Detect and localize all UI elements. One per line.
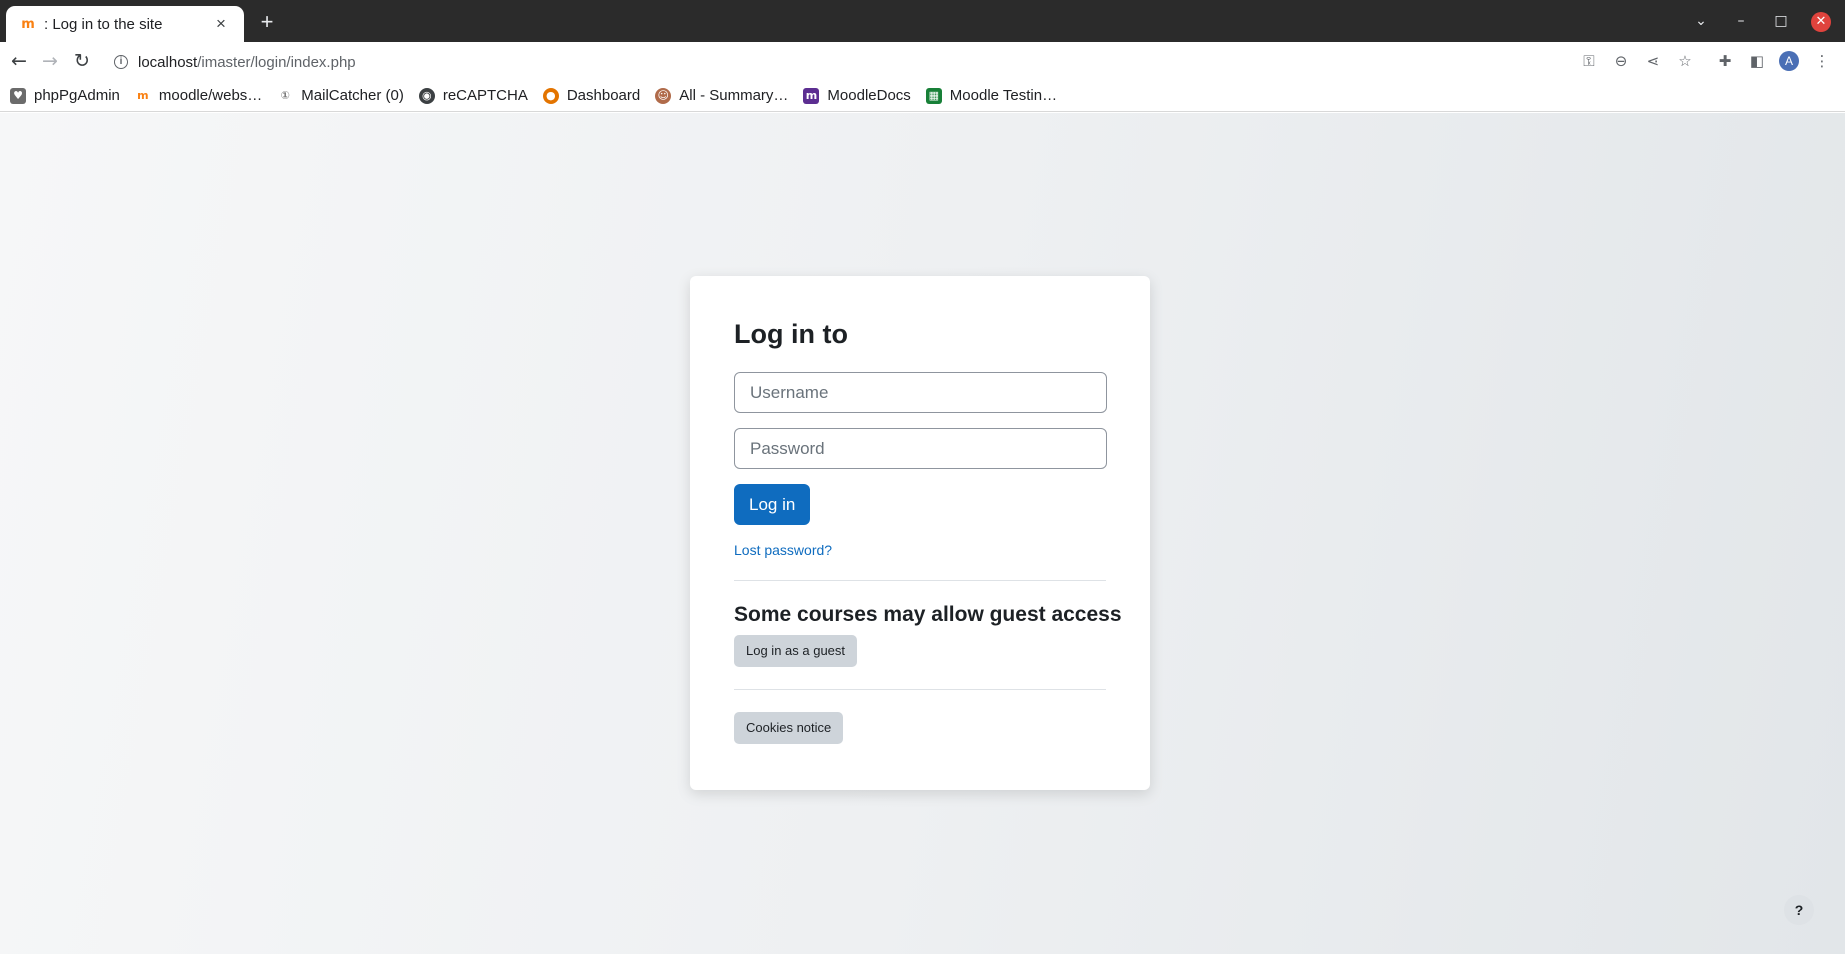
zoom-icon[interactable]: ⊖ xyxy=(1611,51,1631,71)
bookmark-dashboard[interactable]: ● Dashboard xyxy=(542,87,640,104)
minimize-icon[interactable]: – xyxy=(1730,10,1752,32)
browser-toolbar: ← → ↻ i localhost/imaster/login/index.ph… xyxy=(0,42,1845,80)
person-icon: ☺ xyxy=(655,87,672,104)
moodledocs-icon: m xyxy=(803,87,820,104)
bookmark-moodle-testing[interactable]: ▦ Moodle Testin… xyxy=(925,87,1057,104)
login-heading: Log in to xyxy=(734,319,848,349)
bookmark-moodledocs[interactable]: m MoodleDocs xyxy=(803,87,911,104)
tab-title: : Log in to the site xyxy=(44,15,163,33)
url-path: /imaster/login/index.php xyxy=(197,53,356,71)
username-input[interactable] xyxy=(734,372,1107,413)
maximize-icon[interactable]: □ xyxy=(1770,10,1792,32)
bookmark-phppgadmin[interactable]: ♥ phpPgAdmin xyxy=(10,87,120,104)
help-button[interactable]: ? xyxy=(1784,895,1814,925)
bookmark-star-icon[interactable]: ☆ xyxy=(1675,51,1695,71)
page-background: Log in to Log in Lost password? Some cou… xyxy=(0,113,1845,954)
mailcatcher-icon: ① xyxy=(280,88,290,102)
reload-icon[interactable]: ↻ xyxy=(70,49,94,73)
menu-kebab-icon[interactable]: ⋮ xyxy=(1812,51,1832,71)
guest-login-button[interactable]: Log in as a guest xyxy=(734,635,858,667)
back-arrow-icon[interactable]: ← xyxy=(7,49,31,73)
bookmark-mailcatcher[interactable]: ① MailCatcher (0) xyxy=(277,87,404,104)
window-close-icon[interactable]: ✕ xyxy=(1811,12,1831,32)
moodle-icon: m xyxy=(137,88,149,102)
moodle-favicon-icon: m xyxy=(21,16,35,32)
address-bar[interactable]: i localhost/imaster/login/index.php xyxy=(114,51,356,73)
guest-access-heading: Some courses may allow guest access xyxy=(734,603,1122,626)
login-card: Log in to Log in Lost password? Some cou… xyxy=(690,276,1150,790)
bookmarks-bar: ♥ phpPgAdmin m moodle/webs… ① MailCatche… xyxy=(0,80,1845,112)
bookmark-moodle-webs[interactable]: m moodle/webs… xyxy=(135,87,262,104)
elephant-icon: ♥ xyxy=(10,87,26,104)
key-icon[interactable]: ⚿ xyxy=(1579,51,1599,71)
globe-icon: ◉ xyxy=(418,87,435,104)
bookmark-recaptcha[interactable]: ◉ reCAPTCHA xyxy=(418,87,528,104)
sheets-icon: ▦ xyxy=(925,87,942,104)
forward-arrow-icon[interactable]: → xyxy=(38,49,62,73)
tab-search-chevron-icon[interactable]: ⌄ xyxy=(1690,10,1712,32)
lost-password-link[interactable]: Lost password? xyxy=(734,542,1106,558)
url-host: localhost xyxy=(138,53,198,71)
profile-avatar[interactable]: A xyxy=(1779,51,1799,71)
tab-close-icon[interactable]: × xyxy=(212,14,230,34)
site-info-icon[interactable]: i xyxy=(114,55,128,69)
new-tab-icon[interactable]: + xyxy=(256,11,278,33)
bookmark-all-summary[interactable]: ☺ All - Summary… xyxy=(655,87,788,104)
side-panel-icon[interactable]: ◧ xyxy=(1747,51,1767,71)
browser-tab-active[interactable]: m : Log in to the site × xyxy=(6,6,244,42)
divider xyxy=(734,689,1106,690)
password-input[interactable] xyxy=(734,428,1107,469)
divider xyxy=(734,580,1106,581)
login-button[interactable]: Log in xyxy=(734,484,811,525)
extensions-icon[interactable]: ✚ xyxy=(1715,51,1735,71)
tab-strip: m : Log in to the site × + ⌄ – □ ✕ xyxy=(0,0,1845,42)
cookies-notice-button[interactable]: Cookies notice xyxy=(734,712,844,744)
share-icon[interactable]: ⋖ xyxy=(1643,51,1663,71)
dashboard-icon: ● xyxy=(542,87,559,104)
